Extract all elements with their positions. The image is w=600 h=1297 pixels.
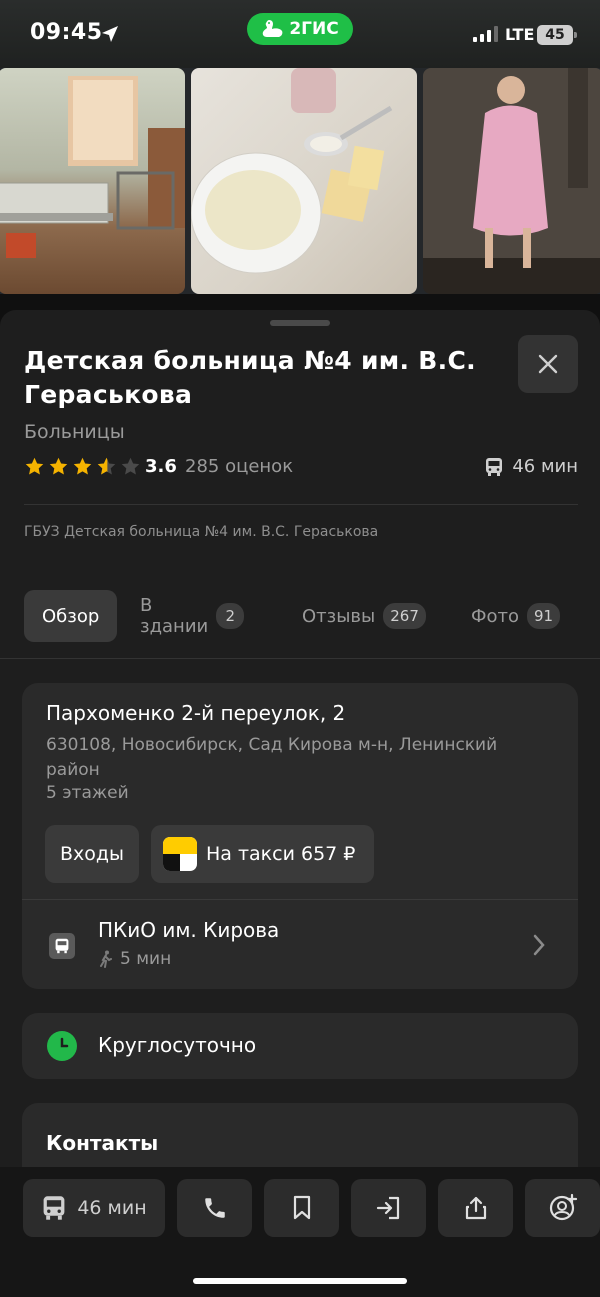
- address-floors: 5 этажей: [46, 783, 129, 803]
- place-sheet: Детская больница №4 им. В.С. Гераськова …: [0, 310, 600, 1183]
- transit-walk: 5 мин: [98, 949, 171, 969]
- address-details: 630108, Новосибирск, Сад Кирова м-н, Лен…: [46, 735, 498, 780]
- divider: [22, 899, 578, 900]
- location-arrow-icon: [102, 26, 118, 42]
- enter-icon: [376, 1196, 399, 1220]
- travel-time-label: 46 мин: [512, 456, 578, 477]
- bottom-action-bar: 46 мин: [0, 1167, 600, 1297]
- battery-icon: 45: [537, 25, 577, 45]
- tab-badge: 91: [527, 603, 561, 629]
- hours-text: Круглосуточно: [98, 1033, 257, 1057]
- tab-badge: 267: [383, 603, 426, 629]
- signal-icon: [473, 26, 498, 42]
- bookmark-button[interactable]: [264, 1179, 339, 1237]
- photo-strip[interactable]: [0, 68, 600, 294]
- sheet-grabber[interactable]: [270, 320, 330, 326]
- entrances-label: Входы: [59, 843, 125, 865]
- taxi-logo-icon: [163, 837, 197, 871]
- legal-name: ГБУЗ Детская больница №4 им. В.С. Герась…: [24, 524, 379, 540]
- chevron-right-icon[interactable]: [532, 933, 546, 957]
- place-title: Детская больница №4 им. В.С. Гераськова: [24, 346, 476, 409]
- phone-icon: [204, 1198, 225, 1218]
- divider: [24, 504, 578, 505]
- tab-label: Фото: [471, 605, 520, 627]
- share-button[interactable]: [438, 1179, 513, 1237]
- tab-in-building[interactable]: В здании 2: [140, 590, 245, 642]
- tab-label: Отзывы: [302, 605, 376, 627]
- close-button[interactable]: [518, 335, 578, 393]
- star-icon: [73, 457, 92, 475]
- star-icon: [121, 457, 140, 475]
- brand-goose-icon: [263, 20, 283, 37]
- status-bar: 09:45 2ГИС LTE 45: [0, 0, 600, 68]
- status-time: 09:45: [30, 20, 103, 45]
- bus-icon: [43, 1196, 65, 1220]
- share-icon: [465, 1196, 486, 1220]
- tab-overview[interactable]: Обзор: [24, 590, 118, 642]
- bus-icon: [55, 938, 69, 954]
- transit-stop-name[interactable]: ПКиО им. Кирова: [98, 918, 279, 942]
- tab-badge: 2: [216, 603, 245, 629]
- rating-stars: [24, 456, 141, 477]
- entrances-button[interactable]: Входы: [45, 825, 139, 883]
- place-category: Больницы: [24, 421, 125, 443]
- brand-badge[interactable]: 2ГИС: [247, 13, 353, 45]
- route-button[interactable]: 46 мин: [23, 1179, 165, 1237]
- travel-time[interactable]: 46 мин: [484, 456, 578, 477]
- photo-ward[interactable]: [0, 68, 185, 294]
- network-type: LTE: [505, 25, 535, 44]
- rating-count[interactable]: 285 оценок: [185, 456, 293, 477]
- bus-stop-icon: [49, 933, 75, 959]
- home-indicator[interactable]: [193, 1278, 407, 1284]
- bus-icon: [486, 457, 503, 476]
- contacts-title: Контакты: [46, 1131, 159, 1155]
- clock-icon: [47, 1031, 77, 1061]
- photo-elevator-selfie[interactable]: [423, 68, 600, 294]
- tab-label: В здании: [140, 595, 209, 637]
- rating-row[interactable]: 3.6 285 оценок 46 мин: [24, 456, 578, 480]
- call-button[interactable]: [177, 1179, 252, 1237]
- star-half-icon: [97, 457, 116, 475]
- route-time: 46 мин: [77, 1197, 147, 1219]
- close-icon: [538, 354, 558, 374]
- walk-icon: [100, 950, 112, 968]
- star-icon: [49, 457, 68, 475]
- tab-photos[interactable]: Фото 91: [471, 590, 561, 642]
- walk-time: 5 мин: [120, 949, 172, 969]
- add-friend-icon: [549, 1193, 577, 1221]
- taxi-label: На такси 657 ₽: [206, 843, 356, 865]
- address-card: Пархоменко 2-й переулок, 2 630108, Новос…: [22, 683, 578, 989]
- hours-card[interactable]: Круглосуточно: [22, 1013, 578, 1079]
- add-friend-button[interactable]: [525, 1179, 600, 1237]
- star-icon: [25, 457, 44, 475]
- bookmark-icon: [293, 1195, 310, 1220]
- enter-button[interactable]: [351, 1179, 426, 1237]
- address-street[interactable]: Пархоменко 2-й переулок, 2: [46, 701, 345, 725]
- taxi-button[interactable]: На такси 657 ₽: [151, 825, 374, 883]
- rating-value: 3.6: [145, 456, 177, 477]
- tab-reviews[interactable]: Отзывы 267: [302, 590, 426, 642]
- photo-meal[interactable]: [191, 68, 417, 294]
- divider: [0, 658, 600, 659]
- brand-name: 2ГИС: [289, 19, 339, 39]
- tab-label: Обзор: [42, 605, 100, 627]
